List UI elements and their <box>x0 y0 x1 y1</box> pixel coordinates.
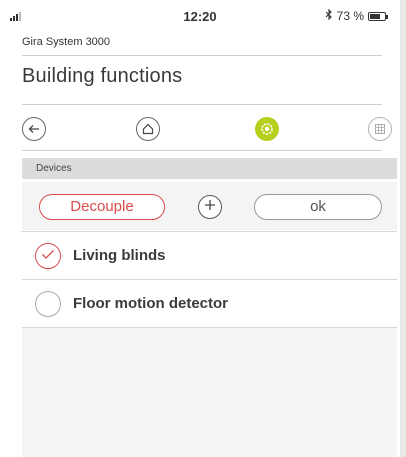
plus-icon <box>204 198 216 216</box>
list-item[interactable]: Floor motion detector <box>22 279 397 328</box>
divider <box>22 150 382 151</box>
device-actions-bar: Decouple ok <box>22 182 397 230</box>
device-label: Living blinds <box>73 247 166 264</box>
decouple-button[interactable]: Decouple <box>39 194 165 220</box>
home-icon <box>142 123 154 135</box>
functions-button[interactable] <box>255 117 279 141</box>
grid-button[interactable] <box>368 117 392 141</box>
app-screen: 12:20 73 % Gira System 3000 Building fun… <box>0 0 406 457</box>
bluetooth-icon <box>325 8 333 23</box>
battery-fill <box>370 13 381 19</box>
back-button[interactable] <box>22 117 46 141</box>
empty-area <box>22 328 397 457</box>
list-item[interactable]: Living blinds <box>22 231 397 279</box>
ok-button[interactable]: ok <box>254 194 382 220</box>
battery-icon <box>368 11 388 21</box>
device-list: Living blinds Floor motion detector <box>22 231 397 328</box>
page-title: Building functions <box>22 65 183 87</box>
divider <box>22 104 382 105</box>
home-button[interactable] <box>136 117 160 141</box>
battery-status: 73 % <box>325 8 388 23</box>
system-name: Gira System 3000 <box>22 36 111 48</box>
grid-icon <box>374 123 386 135</box>
add-button[interactable] <box>198 195 222 219</box>
nav-bar <box>0 117 400 143</box>
functions-icon <box>260 122 274 136</box>
divider <box>22 55 382 56</box>
device-checkbox[interactable] <box>35 291 61 317</box>
device-label: Floor motion detector <box>73 295 228 312</box>
section-title: Devices <box>36 163 72 174</box>
checkmark-icon <box>41 247 55 265</box>
devices-section-header: Devices <box>22 158 397 179</box>
status-bar: 12:20 73 % <box>0 0 400 28</box>
battery-percent: 73 % <box>336 9 364 23</box>
device-checkbox[interactable] <box>35 243 61 269</box>
back-arrow-icon <box>28 124 40 134</box>
